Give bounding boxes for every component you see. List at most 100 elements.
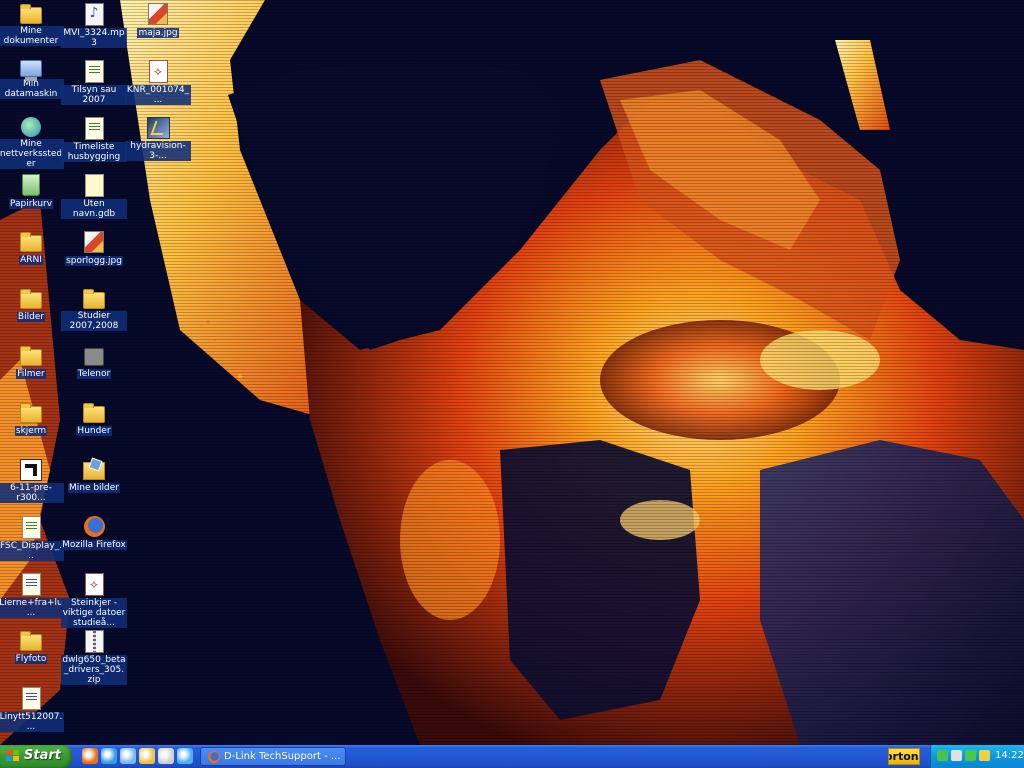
desktop-icon-label: Mine dokumenter	[0, 26, 64, 46]
start-label: Start	[24, 748, 61, 763]
desktop-icon-label: Steinkjer - viktige datoer studieå...	[61, 598, 127, 628]
desktop-icon-label: skjerm	[14, 426, 48, 436]
desktop-icon-label: Min datamaskin	[0, 79, 64, 99]
desktop-icon-min-datamaskin[interactable]: Min datamaskin	[0, 57, 64, 99]
norton-toolbar-button[interactable]: orton"	[888, 748, 920, 765]
desktop-icon-maja[interactable]: maja.jpg	[125, 0, 191, 38]
desktop-icon-label: Papirkurv	[8, 199, 54, 209]
messenger-icon[interactable]	[979, 750, 990, 761]
desktop-icon-linytt[interactable]: Linytt512007....	[0, 684, 64, 732]
desktop-icon-lierne[interactable]: Lierne+fra+lu...	[0, 570, 64, 618]
desktop-icon-label: Uten navn.gdb	[61, 199, 127, 219]
desktop-icon-label: Studier 2007,2008	[61, 311, 127, 331]
desktop-icon-label: KNR_001074_...	[125, 85, 191, 105]
security-icon[interactable]	[937, 750, 948, 761]
taskbar-window-button[interactable]: D-Link TechSupport - ...	[200, 747, 346, 766]
media-icon[interactable]	[139, 748, 155, 764]
desktop-icon-label: Filmer	[16, 369, 46, 379]
folder-icon	[20, 232, 42, 252]
desktop-icon-hydravision[interactable]: hydravision-3-...	[125, 114, 191, 161]
zip-file-icon	[84, 630, 104, 653]
folder-icon	[83, 403, 105, 423]
desktop-icon-label: Flyfoto	[14, 654, 48, 664]
desktop-icon-label: Bilder	[16, 312, 46, 322]
norton-label: orton"	[889, 750, 919, 763]
desktop-icon-studier[interactable]: Studier 2007,2008	[61, 285, 127, 331]
desktop-icon-label: Hunder	[76, 426, 112, 436]
image-file-icon	[84, 231, 104, 253]
system-tray: 14:22	[930, 745, 1024, 768]
start-button[interactable]: Start	[0, 745, 72, 768]
desktop-icon-hunder[interactable]: Hunder	[61, 399, 127, 436]
clock[interactable]: 14:22	[995, 750, 1024, 761]
network-icon[interactable]	[951, 750, 962, 761]
word-document-icon	[21, 573, 41, 596]
desktop-icon-knr[interactable]: KNR_001074_...	[125, 57, 191, 105]
desktop-icon-sporlogg[interactable]: sporlogg.jpg	[61, 228, 127, 266]
game-icon[interactable]	[158, 748, 174, 764]
desktop-icon-label: FSC_Display_...	[0, 541, 64, 561]
desktop-icon-label: Mine bilder	[67, 483, 121, 493]
desktop-icon-skjerm[interactable]: skjerm	[0, 399, 64, 436]
desktop-icon-bilder[interactable]: Bilder	[0, 285, 64, 322]
folder-pictures-icon	[83, 462, 105, 480]
desktop-icon-steinkjer[interactable]: Steinkjer - viktige datoer studieå...	[61, 570, 127, 628]
excel-file-icon	[84, 60, 104, 83]
desktop-icon-label: Mine nettverkssteder	[0, 139, 64, 169]
desktop-icon-mine-dokumenter[interactable]: Mine dokumenter	[0, 0, 64, 46]
firefox-icon[interactable]	[82, 748, 98, 764]
desktop-icon-mvi-mp3[interactable]: MVI_3324.mp3	[61, 0, 127, 48]
desktop-icon-timeliste[interactable]: Timeliste husbygging	[61, 114, 127, 162]
taskbar: Start D-Link TechSupport - ... orton" 14…	[0, 745, 1024, 768]
desktop-icon-firefox[interactable]: Mozilla Firefox	[61, 513, 127, 550]
folder-icon	[83, 289, 105, 309]
desktop-icon-label: Tilsyn sau 2007	[61, 85, 127, 105]
folder-icon	[20, 346, 42, 366]
ie-icon[interactable]	[101, 748, 117, 764]
desktop-icon-label: sporlogg.jpg	[65, 256, 123, 266]
desktop-icon-label: Mozilla Firefox	[61, 540, 127, 550]
desktop-icon-papirkurv[interactable]: Papirkurv	[0, 171, 64, 209]
desktop-icon-label: hydravision-3-...	[125, 141, 191, 161]
firefox-icon	[83, 516, 105, 537]
desktop-icon-flyfoto[interactable]: Flyfoto	[0, 627, 64, 664]
desktop-icon-label: MVI_3324.mp3	[61, 28, 127, 48]
folder-icon	[20, 289, 42, 309]
pdf-file-icon	[148, 60, 168, 83]
desktop-icon-mine-nettverkssteder[interactable]: Mine nettverkssteder	[0, 114, 64, 169]
desktop-icon-mine-bilder[interactable]: Mine bilder	[61, 456, 127, 493]
folder-documents-icon	[20, 4, 42, 24]
desktop-icon-label: dwlg650_beta_drivers_305.zip	[61, 655, 127, 685]
desktop-icon-tilsyn-sau[interactable]: Tilsyn sau 2007	[61, 57, 127, 105]
audio-file-icon	[84, 3, 104, 26]
desktop-icon-label: ARNI	[19, 255, 43, 265]
word-document-icon	[21, 687, 41, 710]
windows-flag-icon	[6, 750, 20, 763]
desktop-icon-label: Linytt512007....	[0, 712, 64, 732]
network-icon	[21, 117, 41, 137]
firefox-icon	[208, 751, 220, 763]
desktop-icon-label: maja.jpg	[137, 28, 179, 38]
desktop-wallpaper	[0, 0, 1024, 745]
image-file-icon	[148, 3, 168, 25]
excel-file-icon	[84, 117, 104, 140]
folder-icon	[20, 631, 42, 651]
recycle-bin-icon	[22, 174, 40, 196]
taskbar-window-label: D-Link TechSupport - ...	[224, 751, 341, 762]
desktop-icon-arni[interactable]: ARNI	[0, 228, 64, 265]
desktop-icon-fsc-display[interactable]: FSC_Display_...	[0, 513, 64, 561]
internet-explorer-icon[interactable]	[177, 748, 193, 764]
computer-icon	[20, 60, 42, 81]
antivirus-icon[interactable]	[965, 750, 976, 761]
hydravision-icon	[146, 117, 170, 139]
desktop-icon-label: 6-11-pre-r300...	[0, 483, 64, 503]
desktop-icon-amd-driver[interactable]: 6-11-pre-r300...	[0, 456, 64, 503]
desktop-show-icon[interactable]	[120, 748, 136, 764]
phone-icon	[84, 348, 104, 366]
desktop-icon-dwlg650[interactable]: dwlg650_beta_drivers_305.zip	[61, 627, 127, 685]
document-icon	[21, 516, 41, 539]
desktop-icon-telenor[interactable]: Telenor	[61, 342, 127, 379]
desktop-icon-uten-navn[interactable]: Uten navn.gdb	[61, 171, 127, 219]
desktop-icon-filmer[interactable]: Filmer	[0, 342, 64, 379]
desktop-icon-label: Telenor	[76, 369, 112, 379]
